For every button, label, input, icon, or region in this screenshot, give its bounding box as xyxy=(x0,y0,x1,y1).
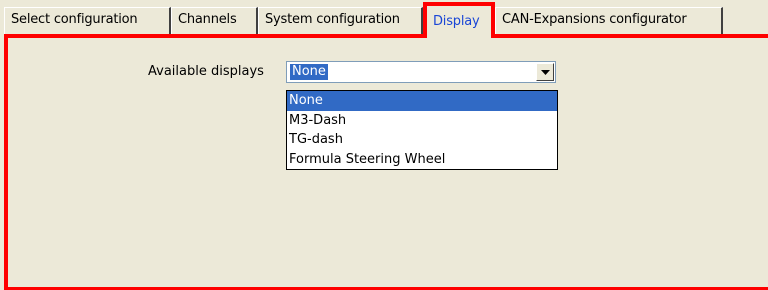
displays-dropdown-list: None M3-Dash TG-dash Formula Steering Wh… xyxy=(286,90,558,170)
available-displays-label: Available displays xyxy=(148,64,264,79)
tab-select-configuration[interactable]: Select configuration xyxy=(4,7,171,34)
chevron-down-icon xyxy=(541,70,550,75)
tab-strip: Select configuration Channels System con… xyxy=(0,0,768,38)
tab-channels[interactable]: Channels xyxy=(171,7,258,34)
tab-system-configuration[interactable]: System configuration xyxy=(258,7,423,34)
tab-can-expansions-configurator[interactable]: CAN-Expansions configurator xyxy=(495,7,723,34)
dropdown-option-none[interactable]: None xyxy=(287,91,557,111)
combobox-selected-value: None xyxy=(290,64,328,80)
dropdown-option-tg-dash[interactable]: TG-dash xyxy=(287,130,557,150)
dropdown-option-m3-dash[interactable]: M3-Dash xyxy=(287,111,557,131)
available-displays-combobox[interactable]: None xyxy=(286,61,556,83)
dropdown-button[interactable] xyxy=(536,63,554,81)
dropdown-option-formula-steering-wheel[interactable]: Formula Steering Wheel xyxy=(287,150,557,170)
tab-display[interactable]: Display xyxy=(423,2,495,38)
